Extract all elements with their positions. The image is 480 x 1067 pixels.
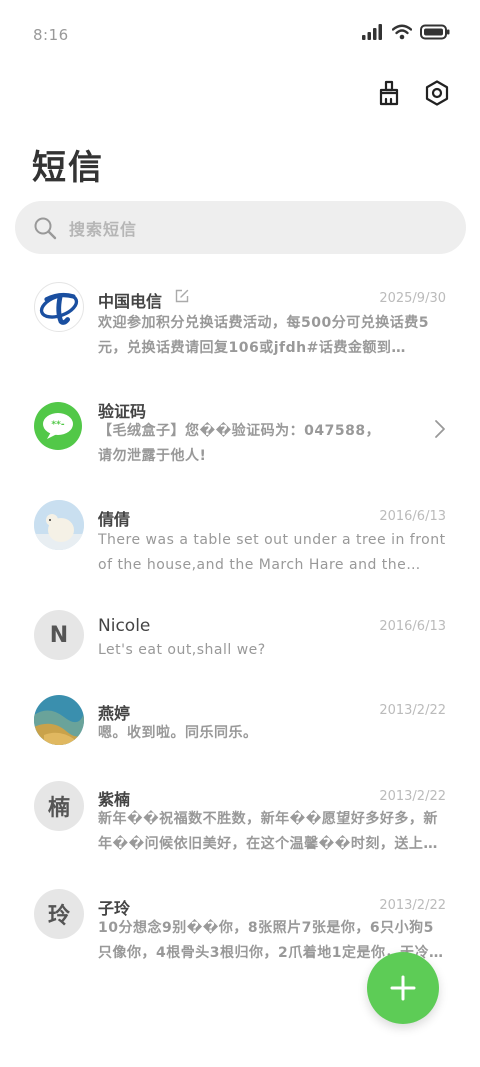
messages-screen: 8:16 短信 搜索短信 中国电信 2025/9/30 欢迎参加积分兑换话费活动… (0, 0, 480, 1067)
landscape-photo-icon (34, 695, 84, 745)
status-bar: 8:16 (0, 0, 480, 68)
message-preview: 嗯。收到啦。同乐同乐。 (98, 725, 258, 741)
message-date: 2013/2/22 (379, 898, 446, 913)
avatar (34, 500, 84, 550)
message-preview: 新年��祝福数不胜数，新年��愿望好多好多，新年��问候依旧美好，在这个温馨��… (98, 811, 438, 852)
avatar: N (34, 610, 84, 660)
message-preview: 【毛绒盒子】您��验证码为：047588，请勿泄露于他人! (98, 423, 381, 464)
list-item[interactable]: 倩倩 2016/6/13 There was a table set out u… (0, 500, 480, 600)
list-item[interactable]: N Nicole 2016/6/13 Let's eat out,shall w… (0, 610, 480, 680)
china-telecom-logo-icon (39, 292, 79, 325)
status-icons (362, 24, 450, 40)
wifi-icon (392, 24, 412, 40)
chat-bubble-icon: **- (43, 413, 73, 439)
avatar: **- (34, 402, 82, 450)
message-preview: 欢迎参加积分兑换话费活动，每500分可兑换话费5元，兑换话费请回复106或jfd… (98, 315, 429, 356)
search-icon (34, 217, 57, 239)
plus-icon (390, 975, 416, 1001)
chevron-right-icon (435, 420, 445, 438)
message-date: 2013/2/22 (379, 789, 446, 804)
svg-text:**-: **- (51, 420, 64, 430)
avatar: 玲 (34, 889, 84, 939)
list-item[interactable]: 燕婷 2013/2/22 嗯。收到啦。同乐同乐。 (0, 694, 480, 769)
message-preview: There was a table set out under a tree i… (98, 532, 446, 573)
new-message-button[interactable] (367, 952, 439, 1024)
list-item[interactable]: **- 验证码 【毛绒盒子】您��验证码为：047588，请勿泄露于他人! (0, 392, 480, 482)
battery-icon (420, 24, 450, 40)
sender-name: 倩倩 (98, 510, 131, 529)
message-date: 2016/6/13 (379, 619, 446, 634)
search-input[interactable]: 搜索短信 (15, 201, 466, 254)
message-date: 2013/2/22 (379, 703, 446, 718)
message-date: 2025/9/30 (379, 291, 446, 306)
edit-icon (175, 289, 189, 303)
page-title: 短信 (32, 148, 104, 188)
list-item[interactable]: 楠 紫楠 2013/2/22 新年��祝福数不胜数，新年��愿望好多好多，新年�… (0, 780, 480, 880)
list-item[interactable]: 中国电信 2025/9/30 欢迎参加积分兑换话费活动，每500分可兑换话费5元… (0, 272, 480, 378)
polar-bear-photo-icon (34, 500, 84, 550)
avatar: 楠 (34, 781, 84, 831)
clean-button[interactable] (374, 78, 404, 108)
signal-icon (362, 24, 382, 40)
search-placeholder: 搜索短信 (69, 219, 138, 239)
broom-icon (379, 80, 399, 106)
status-time: 8:16 (33, 26, 69, 44)
header-actions (374, 78, 452, 108)
avatar (34, 695, 84, 745)
settings-hexagon-icon (425, 80, 449, 106)
message-preview: Let's eat out,shall we? (98, 642, 266, 658)
settings-button[interactable] (422, 78, 452, 108)
avatar (34, 282, 84, 332)
sender-name: Nicole (98, 616, 151, 636)
sender-name: 中国电信 (98, 292, 163, 311)
message-date: 2016/6/13 (379, 509, 446, 524)
